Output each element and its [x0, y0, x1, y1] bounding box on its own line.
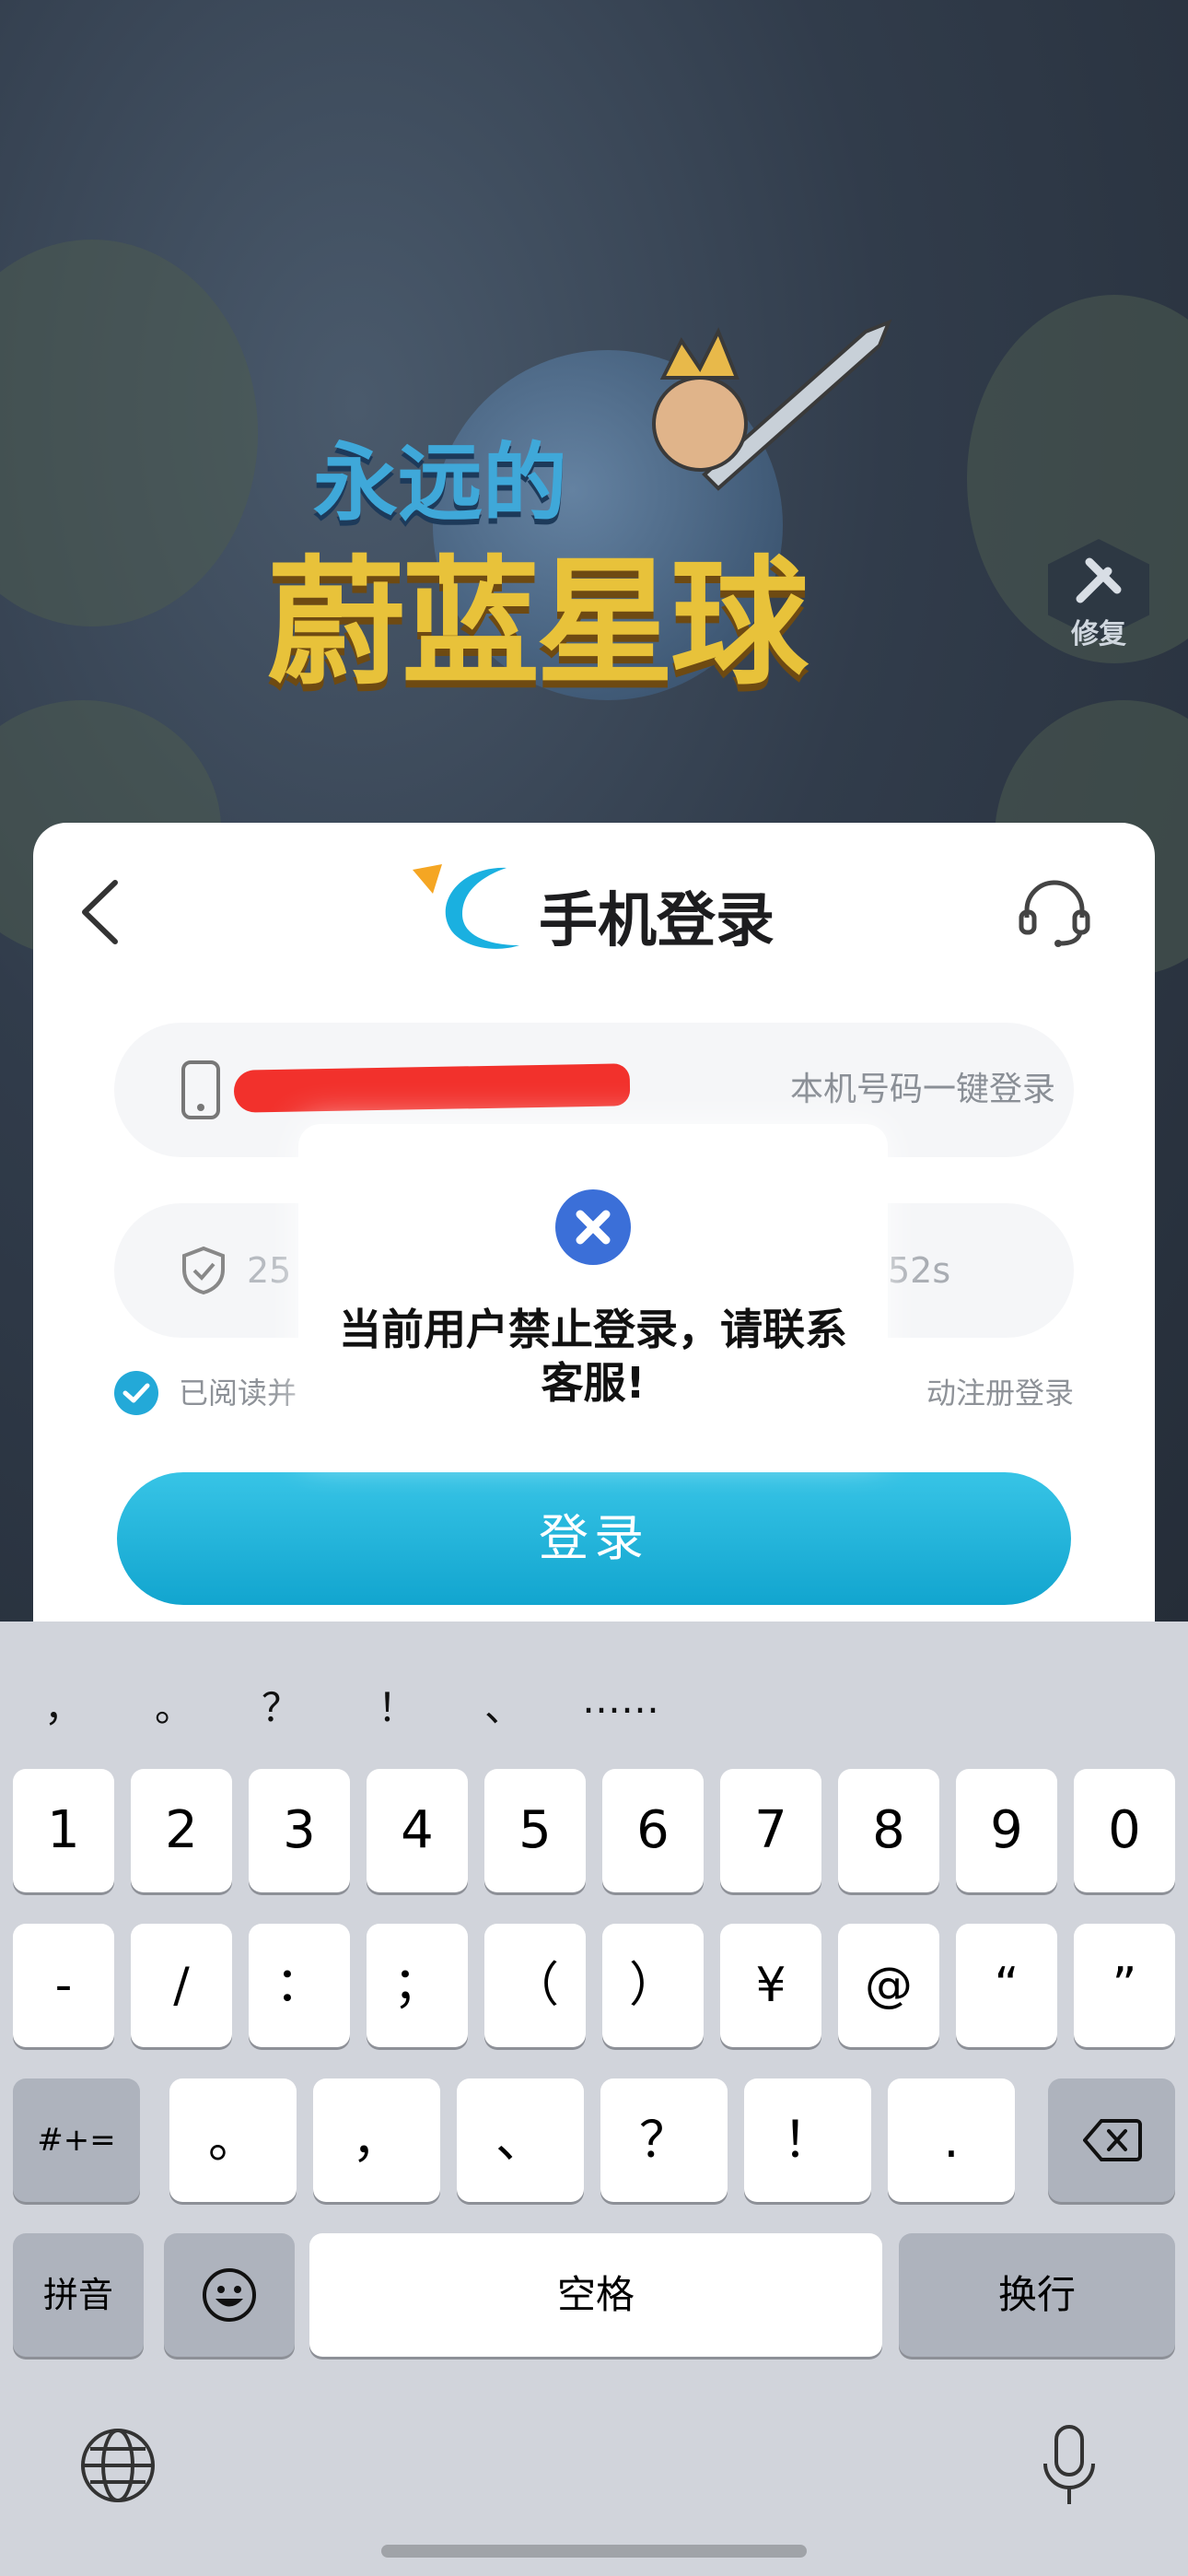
- key[interactable]: .: [888, 2078, 1015, 2202]
- agreement-text-left: 已阅读并: [179, 1376, 297, 1411]
- key[interactable]: ¥: [720, 1924, 821, 2047]
- brand-logo-icon: [413, 864, 519, 949]
- key[interactable]: （: [484, 1924, 586, 2047]
- wrench-icon: [1076, 557, 1122, 603]
- key[interactable]: 7: [720, 1769, 821, 1892]
- code-input-value: 25: [247, 1250, 292, 1291]
- key[interactable]: 3: [249, 1769, 350, 1892]
- return-key[interactable]: 换行: [899, 2233, 1175, 2357]
- key[interactable]: -: [13, 1924, 114, 2047]
- repair-label: 修复: [1071, 618, 1126, 650]
- key[interactable]: 。: [169, 2078, 297, 2202]
- space-key[interactable]: 空格: [309, 2233, 882, 2357]
- repair-button[interactable]: 修复: [1048, 539, 1149, 650]
- key[interactable]: 6: [602, 1769, 704, 1892]
- delete-key[interactable]: [1048, 2078, 1175, 2202]
- suggestion-key[interactable]: 。: [155, 1677, 193, 1733]
- key[interactable]: 、: [457, 2078, 584, 2202]
- key[interactable]: ，: [313, 2078, 440, 2202]
- key[interactable]: ：: [249, 1924, 350, 2047]
- login-button[interactable]: 登录: [117, 1472, 1071, 1605]
- error-toast: 当前用户禁止登录，请联系客服!: [298, 1124, 888, 1456]
- resend-countdown: 52s: [888, 1250, 951, 1291]
- key[interactable]: 5: [484, 1769, 586, 1892]
- globe-icon[interactable]: [79, 2427, 157, 2504]
- suggestion-key[interactable]: ？: [262, 1677, 300, 1733]
- close-circle-icon: [555, 1189, 631, 1265]
- key[interactable]: 2: [131, 1769, 232, 1892]
- key[interactable]: ）: [602, 1924, 704, 2047]
- shield-check-icon: [182, 1246, 225, 1295]
- logo-text-line2: 蔚蓝星球: [267, 544, 809, 704]
- agreement-text-right: 动注册登录: [926, 1376, 1074, 1411]
- key[interactable]: ；: [367, 1924, 468, 2047]
- key[interactable]: 9: [956, 1769, 1057, 1892]
- agreement-checkbox[interactable]: [114, 1371, 158, 1415]
- emoji-icon: [203, 2268, 256, 2322]
- emoji-key[interactable]: [164, 2233, 295, 2357]
- key[interactable]: @: [838, 1924, 939, 2047]
- key[interactable]: ！: [744, 2078, 871, 2202]
- checkmark-icon: [122, 1383, 150, 1403]
- key[interactable]: 8: [838, 1769, 939, 1892]
- suggestion-key[interactable]: ……: [582, 1677, 659, 1722]
- redacted-phone-number: [233, 1063, 631, 1113]
- suggestion-key[interactable]: ！: [378, 1677, 416, 1733]
- home-indicator: [381, 2545, 807, 2558]
- key[interactable]: /: [131, 1924, 232, 2047]
- game-logo: 永远的 蔚蓝星球: [230, 313, 967, 737]
- toast-message: 当前用户禁止登录，请联系客服!: [339, 1305, 847, 1408]
- key[interactable]: 1: [13, 1769, 114, 1892]
- phone-icon: [181, 1060, 220, 1119]
- suggestion-key[interactable]: 、: [484, 1677, 523, 1733]
- microphone-icon[interactable]: [1039, 2423, 1100, 2510]
- key[interactable]: ？: [600, 2078, 728, 2202]
- suggestion-key[interactable]: ，: [44, 1677, 83, 1733]
- key[interactable]: “: [956, 1924, 1057, 2047]
- pinyin-key[interactable]: 拼音: [13, 2233, 144, 2357]
- key[interactable]: 4: [367, 1769, 468, 1892]
- key[interactable]: 0: [1074, 1769, 1175, 1892]
- back-chevron-icon[interactable]: [74, 875, 129, 949]
- symbols-mode-key[interactable]: #+=: [13, 2078, 140, 2202]
- customer-service-icon[interactable]: [1018, 875, 1091, 949]
- backspace-icon: [1083, 2119, 1142, 2161]
- page-title: 手机登录: [539, 887, 775, 955]
- key[interactable]: ”: [1074, 1924, 1175, 2047]
